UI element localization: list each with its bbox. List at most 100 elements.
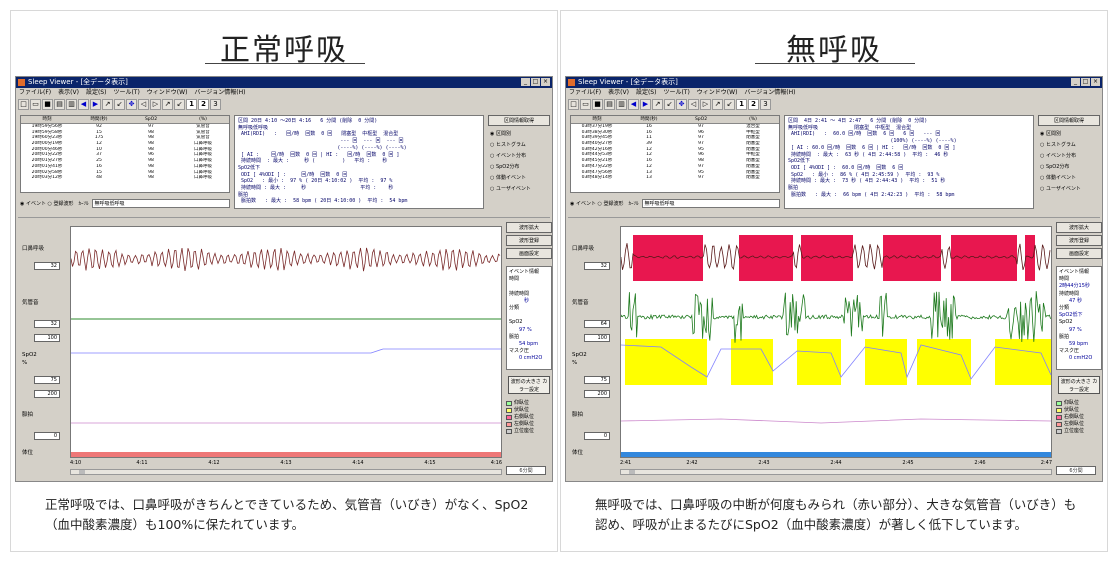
register-waveform-button[interactable]: 波形登録 [506,235,552,246]
col-duration[interactable]: 時間(秒) [73,116,125,123]
register-waveform-button[interactable]: 波形登録 [1056,235,1102,246]
spo2-scale-min[interactable]: 75 [34,376,60,384]
pulse-scale-min[interactable]: 0 [584,432,610,440]
color-settings-button[interactable]: 波形の大きさ カラー設定 [508,376,550,394]
menu-help[interactable]: バージョン情報(H) [194,88,245,97]
radio-user-event[interactable]: ○ ユーザイベント [488,184,550,195]
waveform-plot[interactable] [620,226,1052,458]
screen-settings-button[interactable]: 画面設定 [506,248,552,259]
menu-settings[interactable]: 設定(S) [86,88,107,97]
shrink-icon[interactable]: ↙ [174,99,185,110]
page-3-button[interactable]: 3 [760,99,771,110]
get-interval-info-button[interactable]: 区間情報取得 [1038,115,1100,126]
time-scrollbar[interactable] [70,469,502,475]
scroll-thumb[interactable] [79,470,85,474]
menu-file[interactable]: ファイル(F) [569,88,601,97]
spo2-scale-min[interactable]: 75 [584,376,610,384]
next-icon[interactable]: ▶ [90,99,101,110]
waveform-plot[interactable] [70,226,502,458]
screen-settings-button[interactable]: 画面設定 [1056,248,1102,259]
page-2-button[interactable]: 2 [748,99,759,110]
snore-scale[interactable]: 32 [34,320,60,328]
menu-help[interactable]: バージョン情報(H) [744,88,795,97]
pulse-scale-min[interactable]: 0 [34,432,60,440]
radio-histogram[interactable]: ○ ヒストグラム [1038,140,1100,151]
open-icon[interactable]: ▭ [30,99,41,110]
col-time[interactable]: 時刻 [571,116,623,123]
list-item[interactable]: 03時48分14秒 13 97 閉塞型 [571,175,779,181]
zoom-in-icon[interactable]: ↗ [652,99,663,110]
list-item[interactable]: 20時03分12秒 48 98 口鼻呼吸 [21,175,229,181]
new-icon[interactable]: □ [568,99,579,110]
airflow-scale[interactable]: 32 [584,262,610,270]
radio-spo2-distribution[interactable]: ○ SpO2分布 [1038,162,1100,173]
page-prev-icon[interactable]: ◁ [688,99,699,110]
save-icon[interactable]: ■ [42,99,53,110]
radio-event-distribution[interactable]: ○ イベント分布 [488,151,550,162]
menu-window[interactable]: ウィンドウ(W) [697,88,738,97]
page-prev-icon[interactable]: ◁ [138,99,149,110]
time-scrollbar[interactable] [620,469,1052,475]
zoom-in-icon[interactable]: ↗ [102,99,113,110]
page-2-button[interactable]: 2 [198,99,209,110]
get-interval-info-button[interactable]: 区間情報取得 [488,115,550,126]
next-icon[interactable]: ▶ [640,99,651,110]
open-icon[interactable]: ▭ [580,99,591,110]
spo2-scale-max[interactable]: 100 [584,334,610,342]
event-list[interactable]: 時刻 時間(秒) SpO2 (%) 19時59分56秒 92 97 気管音 19時59分… [20,115,230,193]
event-list[interactable]: 時刻 時間(秒) SpO2 (%) 03時37分19秒 16 97 混合型 03時38分… [570,115,780,193]
radio-spo2-distribution[interactable]: ○ SpO2分布 [488,162,550,173]
print-icon[interactable]: ▤ [54,99,65,110]
col-duration[interactable]: 時間(秒) [623,116,675,123]
data-icon[interactable]: ▥ [66,99,77,110]
prev-icon[interactable]: ◀ [628,99,639,110]
new-icon[interactable]: □ [18,99,29,110]
menu-settings[interactable]: 設定(S) [636,88,657,97]
snore-scale[interactable]: 64 [584,320,610,328]
airflow-scale[interactable]: 32 [34,262,60,270]
col-type[interactable]: (%) [727,116,779,123]
pulse-scale-max[interactable]: 200 [34,390,60,398]
page-3-button[interactable]: 3 [210,99,221,110]
pulse-scale-max[interactable]: 200 [584,390,610,398]
menu-view[interactable]: 表示(V) [58,88,79,97]
menu-window[interactable]: ウィンドウ(W) [147,88,188,97]
maximize-button[interactable]: □ [1081,78,1090,86]
event-type-dropdown[interactable]: 無呼吸低呼吸 [92,199,231,208]
col-spo2[interactable]: SpO2 [125,116,177,123]
data-icon[interactable]: ▥ [616,99,627,110]
minimize-button[interactable]: _ [1071,78,1080,86]
zoom-waveform-button[interactable]: 波形拡大 [1056,222,1102,233]
fit-icon[interactable]: ✥ [676,99,687,110]
col-spo2[interactable]: SpO2 [675,116,727,123]
col-type[interactable]: (%) [177,116,229,123]
radio-interval[interactable]: ◉ 区間別 [488,129,550,140]
page-1-button[interactable]: 1 [736,99,747,110]
list-mode-radios[interactable]: ◉ イベント ○ 登録波形 ｶｰｿﾙ [20,200,89,207]
print-icon[interactable]: ▤ [604,99,615,110]
list-mode-radios[interactable]: ◉ イベント ○ 登録波形 ｶｰｿﾙ [570,200,639,207]
prev-icon[interactable]: ◀ [78,99,89,110]
radio-interval[interactable]: ◉ 区間別 [1038,129,1100,140]
page-next-icon[interactable]: ▷ [700,99,711,110]
close-button[interactable]: × [541,78,550,86]
zoom-out-icon[interactable]: ↙ [664,99,675,110]
color-settings-button[interactable]: 波形の大きさ カラー設定 [1058,376,1100,394]
menu-file[interactable]: ファイル(F) [19,88,51,97]
radio-histogram[interactable]: ○ ヒストグラム [488,140,550,151]
menu-tools[interactable]: ツール(T) [663,88,689,97]
page-1-button[interactable]: 1 [186,99,197,110]
event-type-dropdown[interactable]: 無呼吸低呼吸 [642,199,781,208]
expand-icon[interactable]: ↗ [162,99,173,110]
radio-user-event[interactable]: ○ ユーザイベント [1038,184,1100,195]
scroll-thumb[interactable] [629,470,635,474]
page-next-icon[interactable]: ▷ [150,99,161,110]
expand-icon[interactable]: ↗ [712,99,723,110]
radio-movement-event[interactable]: ○ 体動イベント [1038,173,1100,184]
radio-event-distribution[interactable]: ○ イベント分布 [1038,151,1100,162]
zoom-out-icon[interactable]: ↙ [114,99,125,110]
save-icon[interactable]: ■ [592,99,603,110]
zoom-waveform-button[interactable]: 波形拡大 [506,222,552,233]
shrink-icon[interactable]: ↙ [724,99,735,110]
close-button[interactable]: × [1091,78,1100,86]
